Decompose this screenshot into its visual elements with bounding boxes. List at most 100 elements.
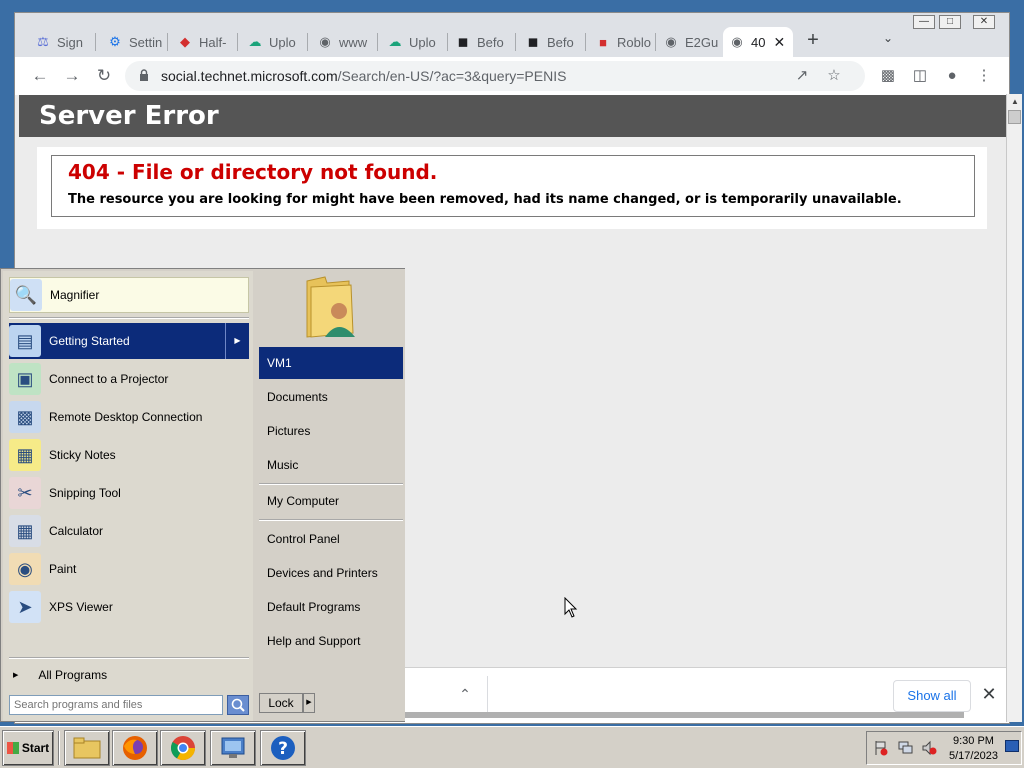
- start-menu-item-label: Snipping Tool: [49, 486, 121, 500]
- start-menu-item[interactable]: ▩ Remote Desktop Connection: [9, 399, 249, 435]
- maximize-button[interactable]: □: [939, 15, 961, 29]
- clock-time[interactable]: 9:30 PM: [953, 735, 994, 747]
- browser-tab[interactable]: ☁ Uplo: [381, 27, 445, 57]
- start-menu-item[interactable]: ▤ Getting Started ▶: [9, 323, 249, 359]
- file-explorer-icon[interactable]: [64, 730, 110, 766]
- action-center-flag-icon[interactable]: [873, 740, 889, 756]
- bookmark-star-icon[interactable]: ☆: [825, 67, 843, 85]
- start-menu-item-label: Calculator: [49, 524, 104, 538]
- globe-icon: ◉: [731, 34, 743, 49]
- start-search-input[interactable]: [9, 695, 223, 715]
- browser-tab[interactable]: ◆ Half-: [171, 27, 235, 57]
- lock-icon[interactable]: [139, 69, 149, 81]
- start-menu-item[interactable]: ▦ Sticky Notes: [9, 437, 249, 473]
- volume-muted-icon[interactable]: [921, 740, 937, 756]
- error-box: 404 - File or directory not found. The r…: [51, 155, 975, 217]
- tab-search-chevron-icon[interactable]: ⌄: [883, 31, 899, 51]
- start-menu-item[interactable]: ▣ Connect to a Projector: [9, 361, 249, 397]
- places-item[interactable]: VM1: [259, 347, 403, 379]
- start-button[interactable]: Start: [2, 730, 54, 766]
- browser-tab[interactable]: ◼ Befo: [449, 27, 513, 57]
- server-manager-icon[interactable]: [210, 730, 256, 766]
- start-menu-item[interactable]: 🔍 Magnifier: [9, 277, 249, 313]
- network-icon[interactable]: [897, 740, 913, 756]
- places-item[interactable]: My Computer: [259, 485, 403, 517]
- side-panel-icon[interactable]: ◫: [911, 67, 929, 85]
- browser-tab[interactable]: ◉ www: [311, 27, 375, 57]
- share-icon[interactable]: ↗: [793, 67, 811, 85]
- back-arrow-icon[interactable]: ←: [29, 65, 51, 87]
- places-item[interactable]: Documents: [259, 381, 403, 413]
- close-window-button[interactable]: ✕: [973, 15, 995, 29]
- reload-icon[interactable]: ↻: [93, 65, 115, 87]
- browser-tab[interactable]: ⚖ Sign: [29, 27, 93, 57]
- tab-label: Uplo: [409, 34, 436, 50]
- browser-tab[interactable]: ■ Roblo: [589, 27, 653, 57]
- profile-avatar-icon[interactable]: ●: [943, 67, 961, 85]
- minimize-button[interactable]: —: [913, 15, 935, 29]
- page-title: Server Error: [39, 101, 219, 131]
- tab-label: Half-: [199, 34, 227, 50]
- places-item[interactable]: Devices and Printers: [259, 557, 403, 589]
- start-menu-item-label: Paint: [49, 562, 77, 576]
- all-programs-button[interactable]: ▶ All Programs: [9, 665, 249, 685]
- forward-arrow-icon[interactable]: →: [61, 65, 83, 87]
- address-bar[interactable]: social.technet.microsoft.com/Search/en-U…: [125, 61, 865, 91]
- places-item[interactable]: Control Panel: [259, 523, 403, 555]
- browser-tab[interactable]: ⚙ Settin: [101, 27, 165, 57]
- url-host: social.technet.microsoft.com: [161, 68, 338, 84]
- shutdown-options-arrow-icon[interactable]: ▶: [303, 693, 315, 713]
- new-tab-button[interactable]: +: [803, 30, 823, 51]
- close-download-bar-icon[interactable]: ✕: [979, 684, 999, 704]
- scroll-thumb[interactable]: [1008, 110, 1021, 124]
- help-icon[interactable]: ?: [260, 730, 306, 766]
- chevron-up-icon[interactable]: ⌃: [455, 684, 475, 704]
- flask-icon: ⚖: [37, 34, 49, 49]
- start-menu-item[interactable]: ➤ XPS Viewer: [9, 589, 249, 625]
- url-path: /Search/en-US/?ac=3&query=PENIS: [337, 68, 567, 84]
- browser-tab[interactable]: ◉ 40 ✕: [723, 27, 793, 57]
- browser-tab[interactable]: ◉ E2Gu: [657, 27, 719, 57]
- show-all-button[interactable]: Show all: [893, 680, 971, 712]
- browser-tab[interactable]: ☁ Uplo: [241, 27, 305, 57]
- user-folder-icon: [306, 276, 355, 338]
- search-icon[interactable]: [227, 695, 249, 715]
- tab-separator: [307, 33, 308, 51]
- shield-icon: ◼: [527, 34, 539, 49]
- start-menu: 🔍 Magnifier ▤ Getting Started ▶ ▣ Connect to …: [0, 268, 405, 722]
- close-tab-icon[interactable]: ✕: [773, 34, 785, 51]
- start-menu-item[interactable]: ▦ Calculator: [9, 513, 249, 549]
- upload-cloud-icon: ☁: [388, 34, 402, 49]
- places-item[interactable]: Help and Support: [259, 625, 403, 657]
- tab-separator: [515, 33, 516, 51]
- kebab-menu-icon[interactable]: ⋮: [975, 67, 993, 85]
- show-desktop-button[interactable]: [1005, 740, 1019, 752]
- browser-tab[interactable]: ◼ Befo: [519, 27, 583, 57]
- upload-cloud-icon: ☁: [248, 34, 262, 49]
- vertical-scrollbar[interactable]: ▲: [1006, 94, 1022, 722]
- places-item[interactable]: Music: [259, 449, 403, 481]
- tab-separator: [95, 33, 96, 51]
- start-menu-item[interactable]: ◉ Paint: [9, 551, 249, 587]
- all-programs-divider: [9, 657, 249, 659]
- submenu-arrow-icon[interactable]: ▶: [225, 323, 249, 359]
- firefox-icon[interactable]: [112, 730, 158, 766]
- tab-label: Befo: [547, 34, 574, 50]
- horizontal-scrollbar[interactable]: [400, 712, 964, 718]
- tab-label: Befo: [477, 34, 504, 50]
- taskbar-separator: [58, 731, 60, 765]
- extensions-puzzle-icon[interactable]: ▩: [879, 67, 897, 85]
- start-menu-item[interactable]: ✂ Snipping Tool: [9, 475, 249, 511]
- clock-date[interactable]: 5/17/2023: [949, 750, 998, 762]
- places-item[interactable]: Default Programs: [259, 591, 403, 623]
- places-item[interactable]: Pictures: [259, 415, 403, 447]
- tab-label: 40: [751, 34, 766, 50]
- tab-separator: [655, 33, 656, 51]
- magnifier-icon: 🔍: [10, 279, 42, 311]
- lock-button[interactable]: Lock: [259, 693, 303, 713]
- start-label: Start: [21, 741, 50, 755]
- tab-label: Roblo: [617, 34, 651, 50]
- scroll-up-arrow-icon[interactable]: ▲: [1007, 94, 1023, 110]
- chrome-icon[interactable]: [160, 730, 206, 766]
- tab-strip: — □ ✕ ⚖ Sign ⚙ Settin ◆ Half- ☁ Uplo ◉ www ☁ Uplo ◼ B…: [15, 13, 1009, 57]
